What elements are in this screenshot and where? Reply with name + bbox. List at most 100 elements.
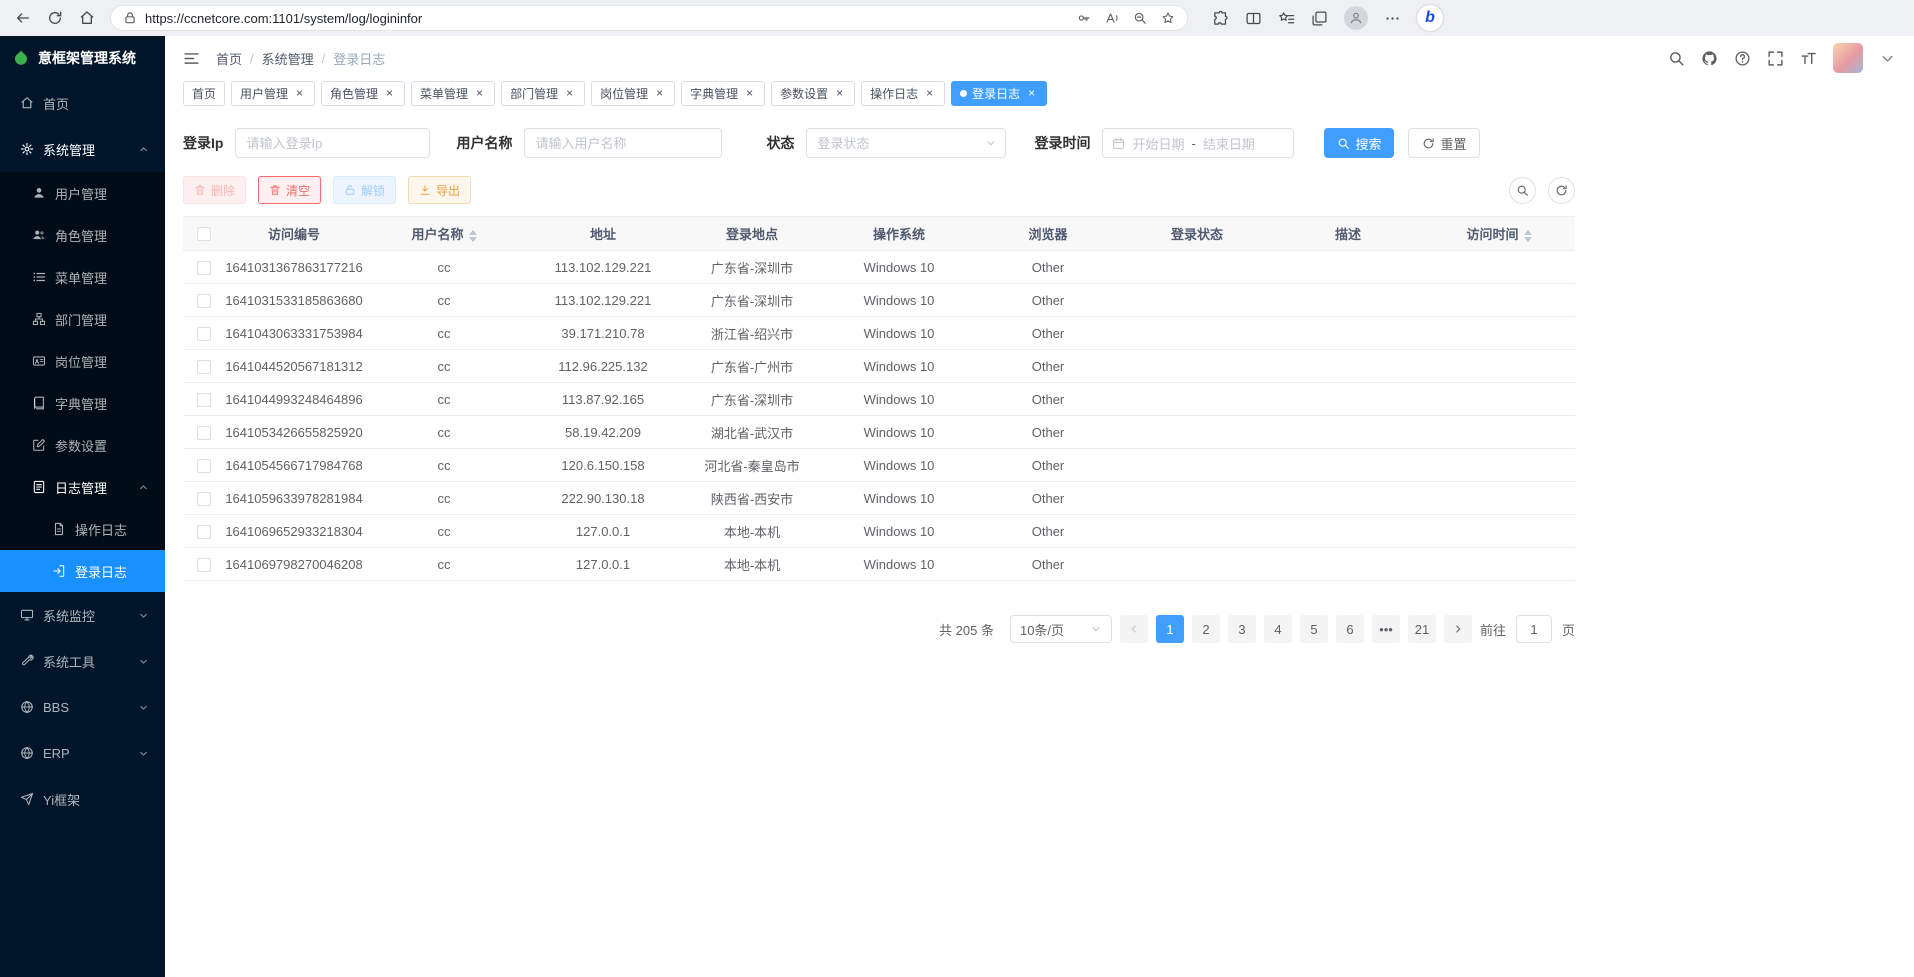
row-checkbox[interactable]: [197, 492, 211, 506]
browser-home-button[interactable]: [72, 4, 102, 32]
browser-refresh-button[interactable]: [40, 4, 70, 32]
sidebar-item-menu-mgmt[interactable]: 菜单管理: [0, 256, 165, 298]
page-size-select[interactable]: 10条/页: [1010, 615, 1112, 643]
tab-menu-mgmt[interactable]: 菜单管理×: [411, 81, 495, 106]
date-range-picker[interactable]: 开始日期 - 结束日期: [1102, 128, 1294, 158]
unlock-button[interactable]: 解锁: [333, 176, 396, 204]
extensions-icon[interactable]: [1212, 10, 1229, 27]
page-button-6[interactable]: 6: [1336, 615, 1364, 643]
close-icon[interactable]: ×: [473, 87, 486, 100]
close-icon[interactable]: ×: [563, 87, 576, 100]
browser-back-button[interactable]: [8, 4, 38, 32]
page-button-4[interactable]: 4: [1264, 615, 1292, 643]
address-bar[interactable]: https://ccnetcore.com:1101/system/log/lo…: [110, 5, 1188, 31]
goto-page-input[interactable]: [1516, 615, 1552, 643]
page-button-3[interactable]: 3: [1228, 615, 1256, 643]
tab-user-mgmt[interactable]: 用户管理×: [231, 81, 315, 106]
tab-oper-log[interactable]: 操作日志×: [861, 81, 945, 106]
user-avatar[interactable]: [1833, 43, 1863, 73]
close-icon[interactable]: ×: [383, 87, 396, 100]
sort-icon[interactable]: [469, 230, 477, 242]
sidebar-item-bbs[interactable]: BBS: [0, 684, 165, 730]
table-row[interactable]: 1641031367863177216 cc 113.102.129.221 广…: [183, 251, 1575, 284]
table-row[interactable]: 1641044993248464896 cc 113.87.92.165 广东省…: [183, 383, 1575, 416]
table-row[interactable]: 1641043063331753984 cc 39.171.210.78 浙江省…: [183, 317, 1575, 350]
browser-profile-button[interactable]: [1344, 6, 1368, 30]
next-page-button[interactable]: [1444, 615, 1472, 643]
row-checkbox[interactable]: [197, 558, 211, 572]
sidebar-item-system-mgmt[interactable]: 系统管理: [0, 126, 165, 172]
table-row[interactable]: 1641053426655825920 cc 58.19.42.209 湖北省-…: [183, 416, 1575, 449]
row-checkbox[interactable]: [197, 294, 211, 308]
read-aloud-icon[interactable]: [1105, 11, 1119, 25]
export-button[interactable]: 导出: [408, 176, 471, 204]
table-row[interactable]: 1641044520567181312 cc 112.96.225.132 广东…: [183, 350, 1575, 383]
bing-icon[interactable]: b: [1417, 5, 1443, 31]
sidebar-item-yi-framework[interactable]: Yi框架: [0, 776, 165, 822]
favorites-bar-icon[interactable]: [1278, 10, 1295, 27]
sidebar-item-dict-mgmt[interactable]: 字典管理: [0, 382, 165, 424]
clear-button[interactable]: 清空: [258, 176, 321, 204]
tab-home[interactable]: 首页: [183, 81, 225, 106]
delete-button[interactable]: 删除: [183, 176, 246, 204]
table-row[interactable]: 1641069798270046208 cc 127.0.0.1 本地-本机 W…: [183, 548, 1575, 581]
chevron-down-icon[interactable]: [1879, 50, 1896, 67]
close-icon[interactable]: ×: [923, 87, 936, 100]
table-row[interactable]: 1641054566717984768 cc 120.6.150.158 河北省…: [183, 449, 1575, 482]
collapse-sidebar-icon[interactable]: [183, 50, 200, 67]
table-row[interactable]: 1641059633978281984 cc 222.90.130.18 陕西省…: [183, 482, 1575, 515]
font-size-icon[interactable]: [1800, 50, 1817, 67]
close-icon[interactable]: ×: [833, 87, 846, 100]
toggle-search-button[interactable]: [1509, 177, 1536, 204]
sidebar-item-dept-mgmt[interactable]: 部门管理: [0, 298, 165, 340]
close-icon[interactable]: ×: [1025, 87, 1038, 100]
sidebar-item-system-tools[interactable]: 系统工具: [0, 638, 165, 684]
sidebar-item-erp[interactable]: ERP: [0, 730, 165, 776]
browser-menu-icon[interactable]: [1384, 10, 1401, 27]
site-info-icon[interactable]: [123, 11, 137, 25]
sidebar-item-log-mgmt[interactable]: 日志管理: [0, 466, 165, 508]
tab-dept-mgmt[interactable]: 部门管理×: [501, 81, 585, 106]
page-button-1[interactable]: 1: [1156, 615, 1184, 643]
sidebar-item-oper-log[interactable]: 操作日志: [0, 508, 165, 550]
more-pages-button[interactable]: •••: [1372, 615, 1400, 643]
table-row[interactable]: 1641069652933218304 cc 127.0.0.1 本地-本机 W…: [183, 515, 1575, 548]
row-checkbox[interactable]: [197, 426, 211, 440]
collections-icon[interactable]: [1311, 10, 1328, 27]
close-icon[interactable]: ×: [293, 87, 306, 100]
header-search-icon[interactable]: [1668, 50, 1685, 67]
table-row[interactable]: 1641031533185863680 cc 113.102.129.221 广…: [183, 284, 1575, 317]
tab-login-log[interactable]: 登录日志×: [951, 81, 1047, 106]
sort-icon[interactable]: [1524, 230, 1532, 242]
tab-dict-mgmt[interactable]: 字典管理×: [681, 81, 765, 106]
sidebar-item-system-monitor[interactable]: 系统监控: [0, 592, 165, 638]
search-button[interactable]: 搜索: [1324, 128, 1394, 158]
prev-page-button[interactable]: [1120, 615, 1148, 643]
status-select-input[interactable]: [806, 128, 1006, 158]
column-header-username[interactable]: 用户名称: [363, 217, 525, 251]
row-checkbox[interactable]: [197, 393, 211, 407]
sidebar-item-param-settings[interactable]: 参数设置: [0, 424, 165, 466]
tab-post-mgmt[interactable]: 岗位管理×: [591, 81, 675, 106]
sidebar-item-user-mgmt[interactable]: 用户管理: [0, 172, 165, 214]
page-button-2[interactable]: 2: [1192, 615, 1220, 643]
column-header-visit-time[interactable]: 访问时间: [1423, 217, 1575, 251]
add-favorite-star-icon[interactable]: [1161, 11, 1175, 25]
status-select[interactable]: [806, 128, 1006, 158]
close-icon[interactable]: ×: [653, 87, 666, 100]
split-screen-icon[interactable]: [1245, 10, 1262, 27]
row-checkbox[interactable]: [197, 327, 211, 341]
close-icon[interactable]: ×: [743, 87, 756, 100]
fullscreen-icon[interactable]: [1767, 50, 1784, 67]
select-all-checkbox[interactable]: [197, 227, 211, 241]
github-icon[interactable]: [1701, 50, 1718, 67]
tab-role-mgmt[interactable]: 角色管理×: [321, 81, 405, 106]
breadcrumb-system-mgmt[interactable]: 系统管理: [262, 49, 314, 68]
row-checkbox[interactable]: [197, 525, 211, 539]
help-icon[interactable]: [1734, 50, 1751, 67]
breadcrumb-home[interactable]: 首页: [216, 49, 242, 68]
password-key-icon[interactable]: [1077, 11, 1091, 25]
sidebar-item-home[interactable]: 首页: [0, 80, 165, 126]
url-text[interactable]: https://ccnetcore.com:1101/system/log/lo…: [145, 11, 1069, 26]
sidebar-item-role-mgmt[interactable]: 角色管理: [0, 214, 165, 256]
